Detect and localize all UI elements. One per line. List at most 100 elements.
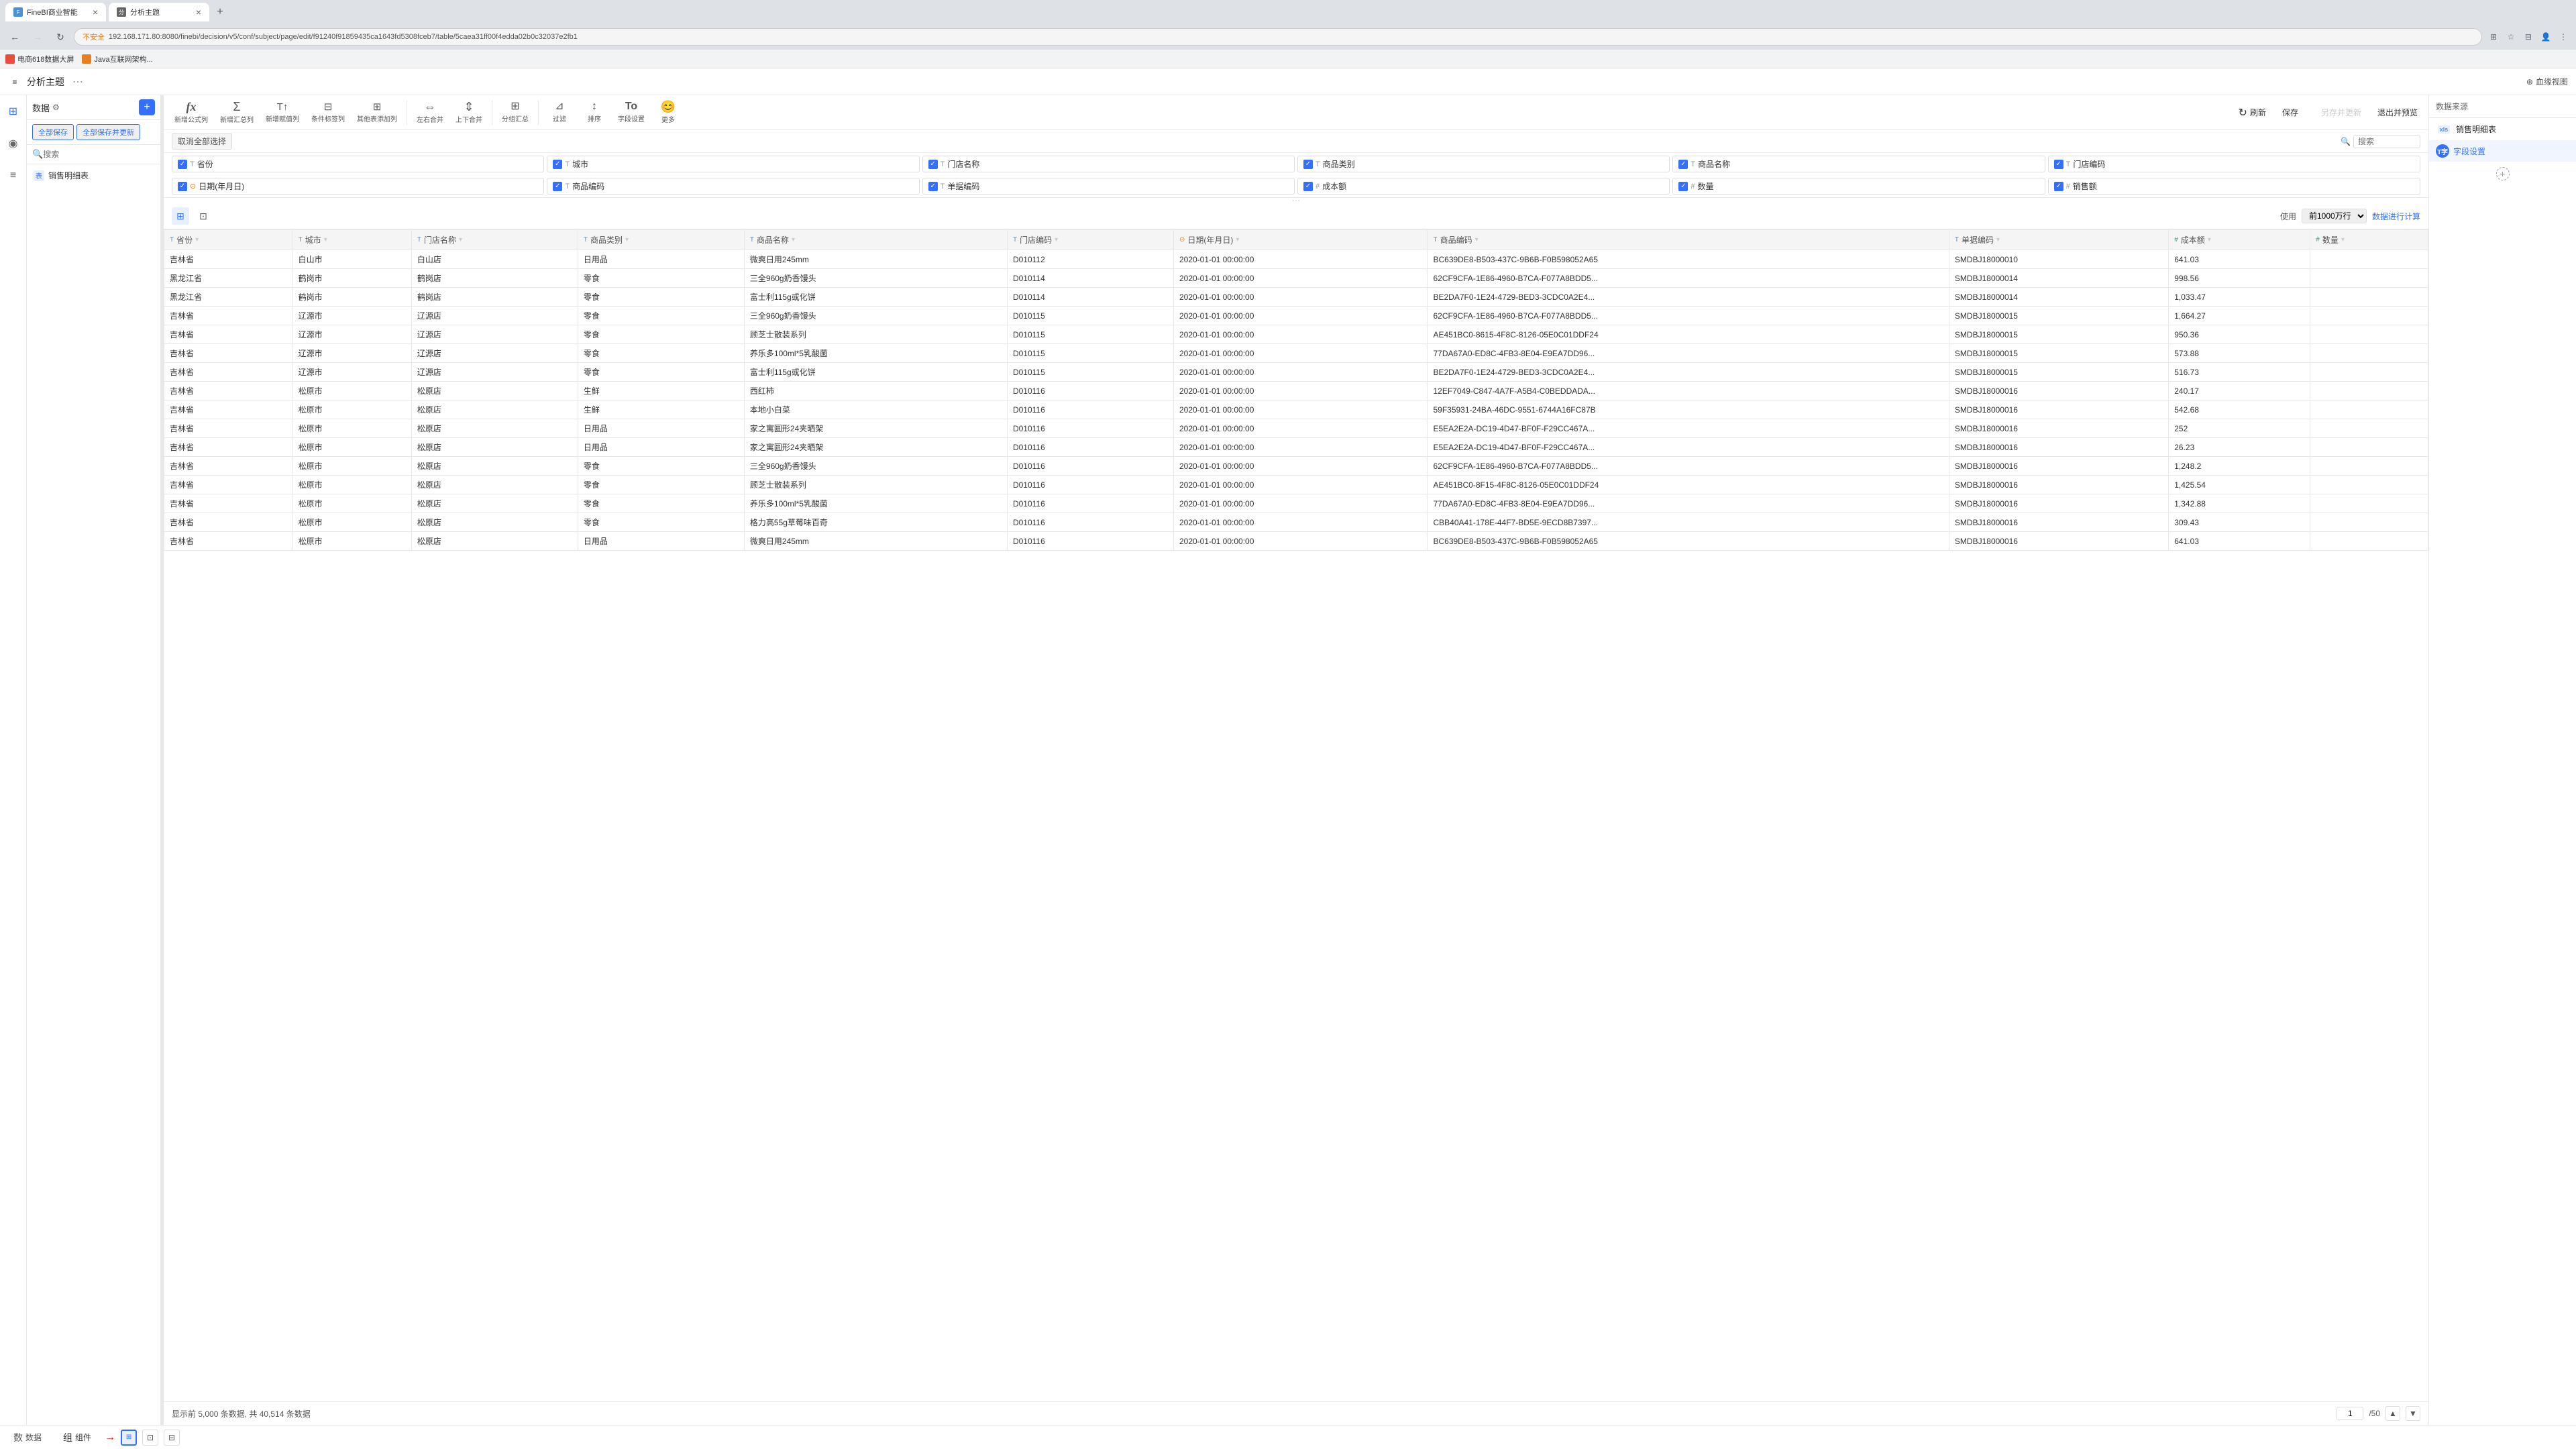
toolbar-lr-merge-btn[interactable]: ⇔ 左右合并 bbox=[411, 98, 449, 127]
col-sort-store-code[interactable]: ▾ bbox=[1055, 236, 1058, 244]
toolbar-refresh-btn[interactable]: ↻ 刷新 bbox=[2233, 103, 2271, 122]
table-scroll-area[interactable]: T 省份 ▾ T 城市 ▾ bbox=[164, 229, 2428, 1401]
field-chip-qty[interactable]: ✓ # 数量 bbox=[1672, 178, 2045, 195]
page-current-input[interactable] bbox=[2337, 1407, 2363, 1420]
calc-data-btn[interactable]: 数据进行计算 bbox=[2372, 211, 2420, 222]
col-header-qty[interactable]: # 数量 ▾ bbox=[2310, 230, 2428, 250]
toolbar-ud-merge-btn[interactable]: ⇕ 上下合并 bbox=[450, 98, 488, 127]
app-nav-icon[interactable]: ≡ bbox=[8, 75, 21, 89]
col-sort-qty[interactable]: ▾ bbox=[2341, 236, 2345, 244]
bottom-view-btn-1[interactable]: ⊡ bbox=[142, 1430, 158, 1446]
field-chip-store-code[interactable]: ✓ T 门店编码 bbox=[2048, 156, 2420, 172]
toolbar-assign-col-btn[interactable]: T↑ 新增赋值列 bbox=[260, 99, 305, 126]
section-drag-handle[interactable]: ⋯ bbox=[164, 198, 2428, 203]
toolbar-exit-preview-btn[interactable]: 退出并预览 bbox=[2372, 104, 2423, 121]
toolbar-summary-col-btn[interactable]: Σ 新增汇总列 bbox=[215, 98, 259, 127]
sidebar-data-icon[interactable]: ⊞ bbox=[3, 101, 24, 122]
field-chip-province[interactable]: ✓ T 省份 bbox=[172, 156, 544, 172]
col-header-product-code[interactable]: T 商品编码 ▾ bbox=[1428, 230, 1949, 250]
field-search-input[interactable] bbox=[2353, 135, 2420, 148]
col-sort-order-code[interactable]: ▾ bbox=[1996, 236, 2000, 244]
bottom-tab-component[interactable]: 组 组件 bbox=[55, 1428, 99, 1447]
translate-icon[interactable]: ⊞ bbox=[2486, 30, 2501, 44]
deselect-all-btn[interactable]: 取消全部选择 bbox=[172, 133, 232, 150]
col-header-product-name[interactable]: T 商品名称 ▾ bbox=[744, 230, 1007, 250]
field-chip-order-code[interactable]: ✓ T 单据编码 bbox=[922, 178, 1295, 195]
col-header-order-code[interactable]: T 单据编码 ▾ bbox=[1949, 230, 2168, 250]
rows-option-select[interactable]: 前1000万行 bbox=[2302, 209, 2367, 223]
bottom-tab-data[interactable]: 数 数据 bbox=[5, 1428, 50, 1447]
col-sort-product-cat[interactable]: ▾ bbox=[625, 236, 629, 244]
new-tab-button[interactable]: + bbox=[212, 4, 228, 20]
col-sort-store-name[interactable]: ▾ bbox=[459, 236, 462, 244]
app-nav: ≡ bbox=[8, 75, 21, 89]
table-grid-view-btn[interactable]: ⊞ bbox=[172, 207, 189, 225]
tab-analysis[interactable]: 分 分析主题 × bbox=[109, 3, 209, 21]
field-chip-product-code[interactable]: ✓ T 商品编码 bbox=[547, 178, 919, 195]
data-settings-icon[interactable]: ⚙ bbox=[52, 103, 60, 112]
bookmark-ecommerce[interactable]: 电商618数据大屏 bbox=[5, 54, 74, 64]
app-more-icon[interactable]: ⋯ bbox=[72, 75, 83, 89]
page-prev-btn[interactable]: ▲ bbox=[2385, 1406, 2400, 1421]
right-panel-sales-table-item[interactable]: xls 销售明细表 bbox=[2429, 118, 2576, 140]
data-search-input[interactable] bbox=[43, 150, 155, 159]
extension-icon[interactable]: ⊟ bbox=[2521, 30, 2536, 44]
field-chip-cost[interactable]: ✓ # 成本额 bbox=[1297, 178, 1670, 195]
menu-icon[interactable]: ⋮ bbox=[2556, 30, 2571, 44]
col-header-product-cat[interactable]: T 商品类别 ▾ bbox=[578, 230, 744, 250]
refresh-button[interactable]: ↻ bbox=[51, 28, 70, 46]
toolbar-more-btn[interactable]: 😊 更多 bbox=[651, 98, 685, 127]
col-sort-product-name[interactable]: ▾ bbox=[792, 236, 795, 244]
bookmark-icon[interactable]: ☆ bbox=[2504, 30, 2518, 44]
sales-table-item[interactable]: 表 销售明细表 bbox=[27, 164, 160, 186]
col-sort-cost[interactable]: ▾ bbox=[2208, 236, 2211, 244]
col-header-store-code[interactable]: T 门店编码 ▾ bbox=[1007, 230, 1173, 250]
lineage-view-btn[interactable]: ⊕ 血缘视图 bbox=[2526, 76, 2568, 87]
address-input[interactable]: 不安全 192.168.171.80:8080/finebi/decision/… bbox=[74, 28, 2482, 46]
col-header-store-name[interactable]: T 门店名称 ▾ bbox=[411, 230, 578, 250]
toolbar-filter-btn[interactable]: ⊿ 过滤 bbox=[543, 99, 576, 126]
field-chip-city[interactable]: ✓ T 城市 bbox=[547, 156, 919, 172]
toolbar-sort-btn[interactable]: ↕ 排序 bbox=[578, 99, 611, 126]
bookmark-java[interactable]: Java互联网架构... bbox=[82, 54, 152, 64]
toolbar-add-from-table-btn[interactable]: ⊞ 其他表添加列 bbox=[352, 99, 402, 126]
field-chip-date[interactable]: ✓ ⊙ 日期(年月日) bbox=[172, 178, 544, 195]
sidebar-menu-icon[interactable]: ≡ bbox=[3, 165, 24, 186]
right-panel-add-btn[interactable]: + bbox=[2496, 167, 2510, 180]
col-header-date[interactable]: ⊙ 日期(年月日) ▾ bbox=[1173, 230, 1428, 250]
tab-finebi[interactable]: F FineBI商业智能 × bbox=[5, 3, 106, 21]
sort-label: 排序 bbox=[588, 113, 601, 123]
table-list-view-btn[interactable]: ⊡ bbox=[195, 207, 212, 225]
field-chip-store-name[interactable]: ✓ T 门店名称 bbox=[922, 156, 1295, 172]
tab-close-finebi[interactable]: × bbox=[93, 7, 98, 17]
col-header-cost[interactable]: # 成本额 ▾ bbox=[2169, 230, 2310, 250]
bottom-view-btn-2[interactable]: ⊟ bbox=[164, 1430, 180, 1446]
tab-close-analysis[interactable]: × bbox=[196, 7, 201, 17]
toolbar-group-btn[interactable]: ⊞ 分组汇总 bbox=[496, 99, 534, 126]
content-area: fx 新增公式列 Σ 新增汇总列 T↑ 新增赋值列 ⊟ 条件标签列 ⊞ 其他 bbox=[164, 95, 2428, 1425]
col-header-city[interactable]: T 城市 ▾ bbox=[292, 230, 411, 250]
sidebar-component-icon[interactable]: ◉ bbox=[3, 133, 24, 154]
toolbar-save-btn[interactable]: 保存 bbox=[2277, 104, 2310, 121]
col-sort-date[interactable]: ▾ bbox=[1236, 236, 1239, 244]
active-view-indicator: ⊞ bbox=[121, 1430, 137, 1446]
forward-button[interactable]: → bbox=[28, 28, 47, 46]
back-button[interactable]: ← bbox=[5, 28, 24, 46]
field-chip-product-name[interactable]: ✓ T 商品名称 bbox=[1672, 156, 2045, 172]
toolbar-condition-col-btn[interactable]: ⊟ 条件标签列 bbox=[306, 99, 350, 126]
col-header-province[interactable]: T 省份 ▾ bbox=[164, 230, 293, 250]
toolbar-field-settings-btn[interactable]: To 字段设置 bbox=[612, 99, 650, 126]
col-sort-city[interactable]: ▾ bbox=[324, 236, 327, 244]
save-all-btn[interactable]: 全部保存 bbox=[32, 124, 74, 140]
toolbar-formula-col-btn[interactable]: fx 新增公式列 bbox=[169, 98, 213, 127]
field-chip-sales[interactable]: ✓ # 销售额 bbox=[2048, 178, 2420, 195]
page-next-btn[interactable]: ▼ bbox=[2406, 1406, 2420, 1421]
data-panel-add-btn[interactable]: + bbox=[139, 99, 155, 115]
right-panel-field-settings[interactable]: T字 字段设置 bbox=[2429, 140, 2576, 162]
save-update-btn[interactable]: 全部保存并更新 bbox=[76, 124, 140, 140]
col-sort-province[interactable]: ▾ bbox=[195, 236, 199, 244]
profile-icon[interactable]: 👤 bbox=[2538, 30, 2553, 44]
col-sort-product-code[interactable]: ▾ bbox=[1475, 236, 1479, 244]
field-chip-product-cat[interactable]: ✓ T 商品类别 bbox=[1297, 156, 1670, 172]
toolbar-save-update-btn[interactable]: 另存并更新 bbox=[2316, 104, 2367, 121]
